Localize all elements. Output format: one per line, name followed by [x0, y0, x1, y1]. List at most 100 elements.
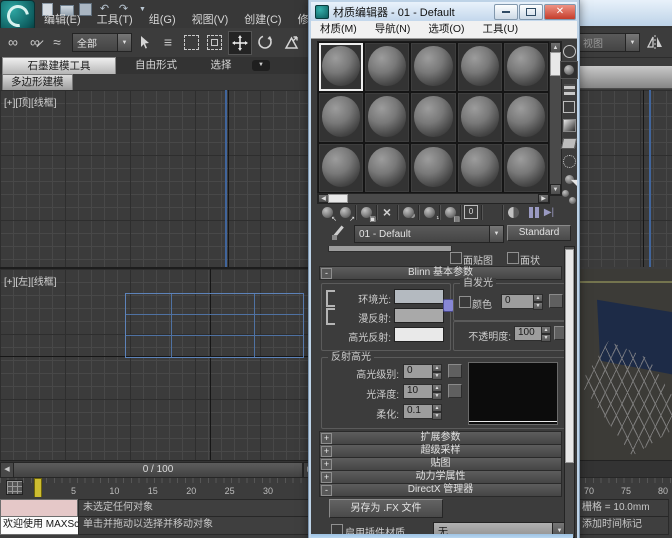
blinn-rollout-header[interactable]: - Blinn 基本参数	[319, 266, 562, 280]
rollout-3[interactable]: +动力学属性	[319, 470, 562, 484]
gloss-map-button[interactable]	[448, 384, 462, 398]
select-by-material-icon[interactable]: ◥	[561, 171, 577, 187]
params-scroll-thumb[interactable]	[565, 249, 574, 463]
get-material-icon[interactable]: ↖	[318, 204, 336, 221]
viewport-front[interactable]	[575, 90, 672, 267]
close-button[interactable]: ✕	[544, 4, 576, 20]
ribbon-tab-graphite[interactable]: 石墨建模工具	[2, 57, 116, 75]
sample-slot-7[interactable]	[410, 92, 456, 142]
select-object-icon[interactable]	[134, 31, 156, 53]
assign-material-to-selection-icon[interactable]: ▣	[357, 204, 375, 221]
select-and-rotate-icon[interactable]	[254, 31, 276, 53]
time-slider-frame-button[interactable]: 0 / 100	[13, 462, 303, 478]
main-menu-item-4[interactable]: 创建(C)	[236, 13, 289, 28]
pick-material-eyedropper-icon[interactable]	[331, 225, 347, 241]
unlink-selection-icon[interactable]: ∞̷	[24, 31, 46, 53]
shader-dropdown-clipped[interactable]	[328, 246, 452, 252]
me-menu-item-1[interactable]: 导航(N)	[366, 21, 420, 38]
window-crossing-icon[interactable]	[203, 31, 225, 53]
me-menu-item-2[interactable]: 选项(O)	[419, 21, 473, 38]
rollout-1[interactable]: +超级采样	[319, 444, 562, 458]
material-name-combo[interactable]: 01 - Default ▼	[354, 225, 504, 243]
sample-uv-tiling-icon[interactable]	[561, 99, 577, 115]
show-end-result-icon[interactable]	[504, 204, 522, 221]
make-material-copy-icon[interactable]	[399, 204, 417, 221]
show-map-in-viewport-icon[interactable]	[483, 204, 501, 221]
spec-level-field[interactable]: 0	[403, 364, 434, 379]
selfillum-color-checkbox[interactable]	[459, 296, 471, 308]
main-menu-item-0[interactable]: 编辑(E)	[36, 13, 89, 28]
previous-frame-icon[interactable]: ◀	[0, 462, 14, 478]
maxscript-mini-listener[interactable]	[0, 499, 78, 517]
coord-system-arrow-icon[interactable]: ▼	[625, 34, 639, 51]
rectangular-selection-region-icon[interactable]	[180, 31, 202, 53]
material-id-channel-icon[interactable]: 0	[462, 204, 480, 221]
soften-spinner[interactable]: ▲▼	[432, 404, 442, 418]
face-map-checkbox[interactable]	[450, 252, 462, 264]
sample-slot-6[interactable]	[364, 92, 410, 142]
sample-slot-8[interactable]	[457, 92, 503, 142]
sample-slot-1[interactable]	[364, 42, 410, 92]
time-marker[interactable]	[34, 478, 42, 499]
put-to-library-icon[interactable]: ▤	[441, 204, 459, 221]
spec-level-map-button[interactable]	[448, 364, 462, 378]
selfillum-value-field[interactable]: 0	[501, 294, 534, 309]
reset-map-icon[interactable]: ×	[378, 204, 396, 221]
collapse-icon[interactable]: -	[321, 268, 332, 279]
main-menu-item-1[interactable]: 工具(T)	[89, 13, 141, 28]
make-preview-icon[interactable]	[561, 135, 577, 151]
material-type-button[interactable]: Standard	[507, 225, 571, 241]
select-by-name-icon[interactable]: ≡	[157, 31, 179, 53]
selection-filter-combo[interactable]: 全部 ▼	[72, 33, 132, 52]
sample-slot-0[interactable]	[318, 42, 364, 92]
maximize-button[interactable]	[519, 4, 543, 20]
put-material-to-scene-icon[interactable]: ↗	[336, 204, 354, 221]
faceted-checkbox[interactable]	[507, 252, 519, 264]
ribbon-tab-selection[interactable]: 选择	[196, 57, 246, 74]
app-logo-icon[interactable]	[0, 0, 35, 31]
opacity-spinner[interactable]: ▲▼	[541, 326, 551, 340]
go-to-parent-icon[interactable]	[522, 204, 540, 221]
bind-to-spacewarp-icon[interactable]: ≈	[46, 31, 68, 53]
diffuse-color-swatch[interactable]	[394, 308, 444, 323]
rollout-0[interactable]: +扩展参数	[319, 431, 562, 445]
gloss-spinner[interactable]: ▲▼	[432, 384, 442, 398]
ribbon-tab-freeform[interactable]: 自由形式	[120, 57, 192, 74]
sample-slot-9[interactable]	[503, 92, 549, 142]
selfillum-spinner[interactable]: ▲▼	[533, 294, 543, 308]
material-editor-titlebar[interactable]: 材质编辑器 - 01 - Default ✕	[311, 2, 577, 21]
ribbon-minimize-icon[interactable]: ▼	[252, 60, 270, 71]
material-name-arrow-icon[interactable]: ▼	[489, 226, 503, 242]
sample-slot-12[interactable]	[410, 143, 456, 193]
gloss-field[interactable]: 10	[403, 384, 434, 399]
maxscript-listener-line[interactable]: 欢迎使用 MAXScript	[0, 516, 80, 535]
scroll-right-icon[interactable]: ▶	[538, 194, 549, 203]
selfillum-map-button[interactable]	[549, 294, 563, 308]
opacity-value-field[interactable]: 100	[514, 326, 543, 341]
make-unique-icon[interactable]: ¹	[420, 204, 438, 221]
expand-icon[interactable]: +	[321, 459, 332, 470]
main-menu-item-3[interactable]: 视图(V)	[184, 13, 237, 28]
coord-system-combo[interactable]: 视图 ▼	[578, 33, 640, 52]
me-menu-item-3[interactable]: 工具(U)	[474, 21, 528, 38]
scroll-thumb[interactable]	[328, 194, 348, 203]
me-menu-item-0[interactable]: 材质(M)	[311, 21, 366, 38]
ambient-diffuse-lock-icon[interactable]	[326, 290, 335, 307]
main-menu-item-2[interactable]: 组(G)	[141, 13, 184, 28]
viewport-perspective[interactable]	[575, 269, 672, 460]
rollout-2[interactable]: +贴图	[319, 457, 562, 471]
viewport-top-label[interactable]: [+][顶][线框]	[4, 94, 57, 109]
expand-icon[interactable]: +	[321, 446, 332, 457]
spec-level-spinner[interactable]: ▲▼	[432, 364, 442, 378]
scroll-down-icon[interactable]: ▼	[550, 184, 561, 195]
mirror-icon[interactable]	[644, 31, 666, 53]
expand-icon[interactable]: +	[321, 472, 332, 483]
select-and-move-icon[interactable]	[228, 31, 252, 55]
mini-curve-editor-icon[interactable]	[6, 480, 23, 495]
expand-icon[interactable]: +	[321, 433, 332, 444]
video-color-check-icon[interactable]	[561, 117, 577, 133]
collapse-icon[interactable]: -	[321, 485, 332, 496]
sample-slot-14[interactable]	[503, 143, 549, 193]
ambient-color-swatch[interactable]	[394, 289, 444, 304]
sample-slot-11[interactable]	[364, 143, 410, 193]
